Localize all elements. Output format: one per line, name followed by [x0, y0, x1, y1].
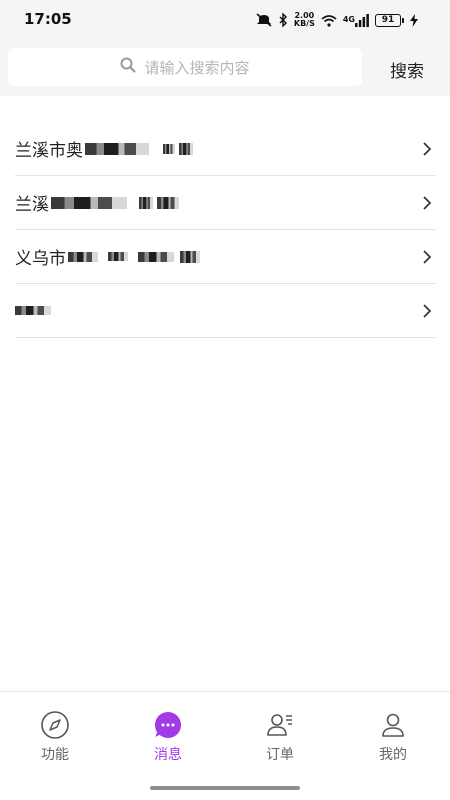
tab-label: 订单 — [266, 747, 294, 763]
network-type: 4G — [342, 15, 355, 24]
charging-icon — [410, 13, 418, 27]
redacted-text — [15, 306, 51, 315]
search-icon — [120, 57, 137, 77]
status-bar: 17:05 2.00 KB/S 4G 91 — [0, 0, 450, 40]
list-item-label — [15, 306, 51, 315]
tab-orders[interactable]: 订单 — [240, 710, 320, 764]
search-bar: 请输入搜索内容 搜索 — [0, 40, 450, 96]
tab-label: 消息 — [154, 747, 182, 763]
chat-bubble-icon — [153, 710, 183, 740]
list-item-label: 兰溪市奥 — [15, 136, 193, 161]
chevron-right-icon — [423, 195, 432, 210]
search-placeholder: 请输入搜索内容 — [144, 58, 250, 77]
redacted-text — [138, 251, 174, 262]
redacted-text — [180, 250, 200, 263]
tab-messages[interactable]: 消息 — [128, 710, 208, 764]
list-item[interactable] — [15, 284, 436, 338]
status-time: 17:05 — [24, 10, 72, 28]
search-button[interactable]: 搜索 — [390, 57, 424, 82]
order-user-icon — [265, 710, 295, 740]
bottom-tab-bar: 功能 消息 订单 我的 — [0, 691, 450, 800]
battery-tip — [402, 17, 404, 23]
redacted-text — [157, 196, 179, 209]
battery-indicator: 91 — [375, 13, 404, 27]
redacted-text — [68, 251, 98, 262]
list-item-text: 兰溪 — [15, 195, 49, 215]
redacted-text — [85, 142, 149, 155]
home-indicator[interactable] — [150, 786, 300, 790]
redacted-text — [108, 252, 128, 261]
redacted-text — [163, 143, 175, 154]
bluetooth-icon — [279, 13, 288, 27]
chevron-right-icon — [423, 249, 432, 264]
wifi-icon — [321, 14, 337, 27]
chevron-right-icon — [423, 141, 432, 156]
network-speed: 2.00 KB/S — [294, 12, 315, 28]
compass-icon — [40, 710, 70, 740]
profile-icon — [378, 710, 408, 740]
tab-functions[interactable]: 功能 — [15, 710, 95, 764]
redacted-text — [139, 196, 153, 209]
list-item-label: 兰溪 — [15, 190, 179, 215]
battery-level: 91 — [375, 13, 401, 27]
search-input[interactable]: 请输入搜索内容 — [8, 48, 362, 86]
list-item-text: 义乌市 — [15, 249, 66, 269]
redacted-text — [179, 142, 193, 155]
message-list: 兰溪市奥 兰溪 义乌市 — [15, 122, 436, 338]
list-item[interactable]: 义乌市 — [15, 230, 436, 284]
mute-icon — [255, 13, 273, 27]
list-item-label: 义乌市 — [15, 244, 280, 269]
chevron-right-icon — [423, 303, 432, 318]
list-item[interactable]: 兰溪市奥 — [15, 122, 436, 176]
signal-icon: 4G — [342, 13, 369, 27]
network-speed-unit: KB/S — [293, 19, 315, 28]
status-icons: 2.00 KB/S 4G 91 — [255, 9, 418, 31]
redacted-text — [51, 196, 127, 209]
tab-label: 我的 — [379, 747, 407, 763]
tab-label: 功能 — [41, 747, 69, 763]
list-item[interactable]: 兰溪 — [15, 176, 436, 230]
list-item-text: 兰溪市奥 — [15, 141, 83, 161]
tab-profile[interactable]: 我的 — [353, 710, 433, 764]
